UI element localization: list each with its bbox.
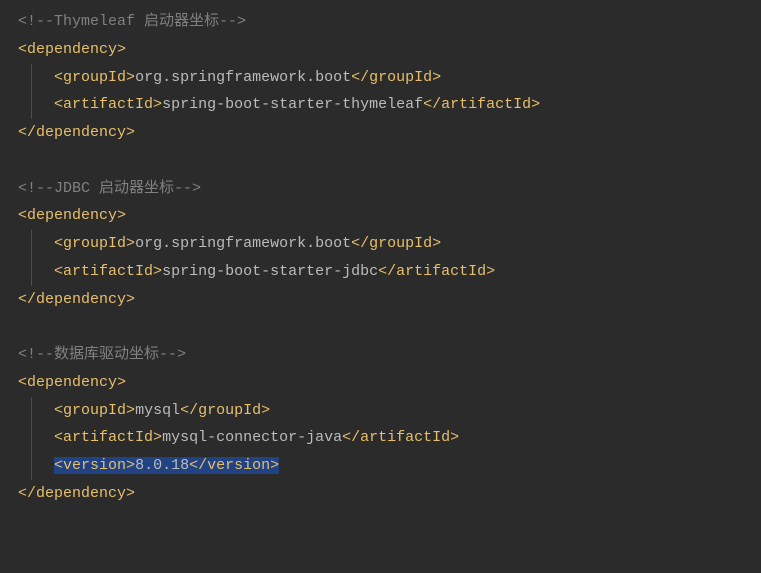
token-text: spring-boot-starter-thymeleaf <box>162 96 423 113</box>
token-comment: <!--数据库驱动坐标--> <box>18 346 186 363</box>
indent-guide <box>31 452 32 480</box>
code-editor[interactable]: <!--Thymeleaf 启动器坐标--><dependency> <grou… <box>0 8 761 508</box>
token-tag: artifactId <box>360 429 450 446</box>
token-bracket: > <box>153 96 162 113</box>
token-text: org.springframework.boot <box>135 235 351 252</box>
token-bracket: < <box>54 96 63 113</box>
token-tag: version <box>63 457 126 474</box>
code-line-3[interactable]: <artifactId>spring-boot-starter-thymelea… <box>0 91 761 119</box>
token-tag: artifactId <box>63 263 153 280</box>
token-bracket: > <box>450 429 459 446</box>
token-text: mysql-connector-java <box>162 429 342 446</box>
highlighted-selection[interactable]: <version>8.0.18</version> <box>54 457 279 474</box>
token-bracket: > <box>432 69 441 86</box>
token-bracket: > <box>126 69 135 86</box>
token-bracket: </ <box>378 263 396 280</box>
token-tag: groupId <box>63 235 126 252</box>
token-tag: groupId <box>198 402 261 419</box>
token-bracket: </ <box>18 485 36 502</box>
token-tag: dependency <box>36 485 126 502</box>
token-tag: dependency <box>27 374 117 391</box>
token-bracket: </ <box>351 235 369 252</box>
token-bracket: </ <box>18 291 36 308</box>
token-bracket: < <box>18 207 27 224</box>
token-bracket: </ <box>189 457 207 474</box>
token-bracket: > <box>126 291 135 308</box>
code-line-2[interactable]: <groupId>org.springframework.boot</group… <box>0 64 761 92</box>
token-bracket: > <box>117 374 126 391</box>
code-line-13[interactable]: <dependency> <box>0 369 761 397</box>
token-tag: groupId <box>63 402 126 419</box>
token-bracket: < <box>54 263 63 280</box>
token-bracket: > <box>153 429 162 446</box>
token-text: spring-boot-starter-jdbc <box>162 263 378 280</box>
token-bracket: > <box>126 457 135 474</box>
token-bracket: < <box>18 41 27 58</box>
token-tag: dependency <box>27 41 117 58</box>
token-bracket: > <box>270 457 279 474</box>
token-bracket: > <box>126 402 135 419</box>
token-bracket: > <box>117 207 126 224</box>
token-comment: <!--JDBC 启动器坐标--> <box>18 180 201 197</box>
code-line-16[interactable]: <version>8.0.18</version> <box>0 452 761 480</box>
token-bracket: < <box>54 429 63 446</box>
token-bracket: > <box>261 402 270 419</box>
token-bracket: < <box>54 235 63 252</box>
token-bracket: > <box>126 235 135 252</box>
code-line-0[interactable]: <!--Thymeleaf 启动器坐标--> <box>0 8 761 36</box>
token-tag: artifactId <box>63 429 153 446</box>
indent-guide <box>31 64 32 92</box>
token-tag: version <box>207 457 270 474</box>
indent-guide <box>31 424 32 452</box>
token-bracket: < <box>54 457 63 474</box>
token-bracket: < <box>54 69 63 86</box>
token-tag: dependency <box>36 124 126 141</box>
token-bracket: </ <box>423 96 441 113</box>
code-line-7[interactable]: <dependency> <box>0 202 761 230</box>
blank-line <box>0 147 761 175</box>
code-line-9[interactable]: <artifactId>spring-boot-starter-jdbc</ar… <box>0 258 761 286</box>
token-bracket: > <box>126 485 135 502</box>
token-tag: dependency <box>27 207 117 224</box>
blank-line <box>0 313 761 341</box>
token-tag: artifactId <box>441 96 531 113</box>
token-tag: groupId <box>369 69 432 86</box>
token-bracket: < <box>54 402 63 419</box>
indent-guide <box>31 230 32 258</box>
code-line-6[interactable]: <!--JDBC 启动器坐标--> <box>0 175 761 203</box>
token-tag: artifactId <box>396 263 486 280</box>
token-text: org.springframework.boot <box>135 69 351 86</box>
token-bracket: > <box>432 235 441 252</box>
token-bracket: > <box>117 41 126 58</box>
token-tag: artifactId <box>63 96 153 113</box>
token-bracket: < <box>18 374 27 391</box>
code-line-1[interactable]: <dependency> <box>0 36 761 64</box>
indent-guide <box>31 91 32 119</box>
token-bracket: </ <box>180 402 198 419</box>
code-line-14[interactable]: <groupId>mysql</groupId> <box>0 397 761 425</box>
token-bracket: </ <box>351 69 369 86</box>
indent-guide <box>31 397 32 425</box>
token-comment: <!--Thymeleaf 启动器坐标--> <box>18 13 246 30</box>
indent-guide <box>31 258 32 286</box>
code-line-17[interactable]: </dependency> <box>0 480 761 508</box>
token-bracket: </ <box>342 429 360 446</box>
token-tag: groupId <box>63 69 126 86</box>
token-text: 8.0.18 <box>135 457 189 474</box>
code-line-8[interactable]: <groupId>org.springframework.boot</group… <box>0 230 761 258</box>
token-text: mysql <box>135 402 180 419</box>
token-bracket: > <box>486 263 495 280</box>
code-line-15[interactable]: <artifactId>mysql-connector-java</artifa… <box>0 424 761 452</box>
code-line-10[interactable]: </dependency> <box>0 286 761 314</box>
token-bracket: > <box>126 124 135 141</box>
token-bracket: </ <box>18 124 36 141</box>
code-line-4[interactable]: </dependency> <box>0 119 761 147</box>
token-tag: dependency <box>36 291 126 308</box>
token-bracket: > <box>153 263 162 280</box>
token-tag: groupId <box>369 235 432 252</box>
token-bracket: > <box>531 96 540 113</box>
code-line-12[interactable]: <!--数据库驱动坐标--> <box>0 341 761 369</box>
